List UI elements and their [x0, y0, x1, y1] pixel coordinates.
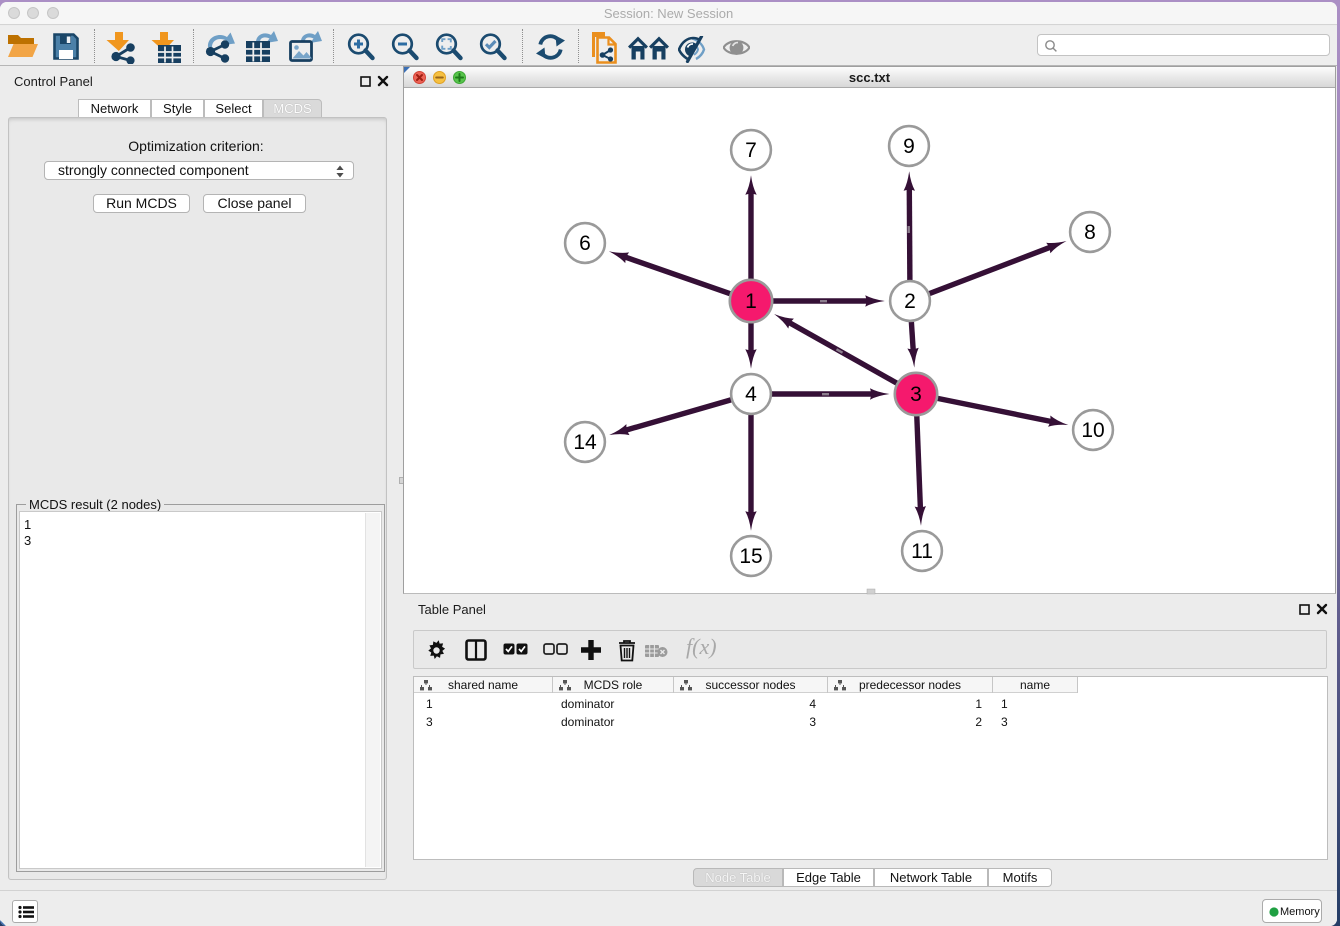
- svg-text:3: 3: [910, 383, 922, 406]
- svg-text:10: 10: [1081, 419, 1104, 442]
- svg-text:14: 14: [573, 431, 597, 454]
- svg-text:15: 15: [739, 545, 762, 568]
- svg-text:7: 7: [745, 139, 757, 162]
- svg-text:8: 8: [1084, 221, 1096, 244]
- svg-text:6: 6: [579, 232, 591, 255]
- svg-text:4: 4: [745, 383, 757, 406]
- svg-text:11: 11: [911, 540, 933, 563]
- svg-text:1: 1: [745, 290, 757, 313]
- svg-text:2: 2: [904, 290, 916, 313]
- svg-text:9: 9: [903, 135, 915, 158]
